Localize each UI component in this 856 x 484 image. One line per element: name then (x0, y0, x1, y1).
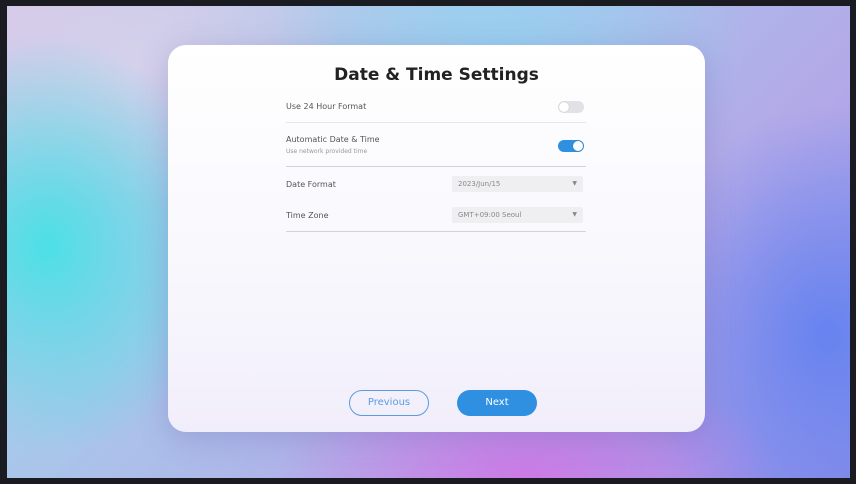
date-format-value: 2023/Jun/15 (458, 180, 501, 188)
time-zone-value: GMT+09:00 Seoul (458, 211, 522, 219)
settings-list: Use 24 Hour Format Automatic Date & Time… (286, 91, 586, 232)
screen-background: Date & Time Settings Use 24 Hour Format … (7, 6, 850, 478)
toggle-24-hour[interactable] (558, 101, 584, 113)
setting-label-24-hour: Use 24 Hour Format (286, 102, 367, 111)
time-zone-select[interactable]: GMT+09:00 Seoul ▼ (452, 207, 583, 223)
toggle-knob (573, 141, 583, 151)
setting-row-date-format: Date Format 2023/Jun/15 ▼ (286, 167, 586, 199)
setting-row-automatic-datetime: Automatic Date & Time Use network provid… (286, 123, 586, 167)
previous-button[interactable]: Previous (349, 390, 429, 416)
chevron-down-icon: ▼ (572, 180, 577, 187)
setting-label-automatic-datetime: Automatic Date & Time (286, 135, 380, 144)
setting-label-date-format: Date Format (286, 180, 336, 189)
date-format-select[interactable]: 2023/Jun/15 ▼ (452, 176, 583, 192)
toggle-knob (559, 102, 569, 112)
next-button[interactable]: Next (457, 390, 537, 416)
setting-row-24-hour: Use 24 Hour Format (286, 91, 586, 123)
setting-row-time-zone: Time Zone GMT+09:00 Seoul ▼ (286, 199, 586, 232)
page-title: Date & Time Settings (334, 65, 539, 85)
toggle-automatic-datetime[interactable] (558, 140, 584, 152)
settings-dialog: Date & Time Settings Use 24 Hour Format … (168, 45, 705, 432)
setting-label-time-zone: Time Zone (286, 211, 329, 220)
setting-sublabel-automatic-datetime: Use network provided time (286, 148, 368, 155)
chevron-down-icon: ▼ (572, 211, 577, 218)
